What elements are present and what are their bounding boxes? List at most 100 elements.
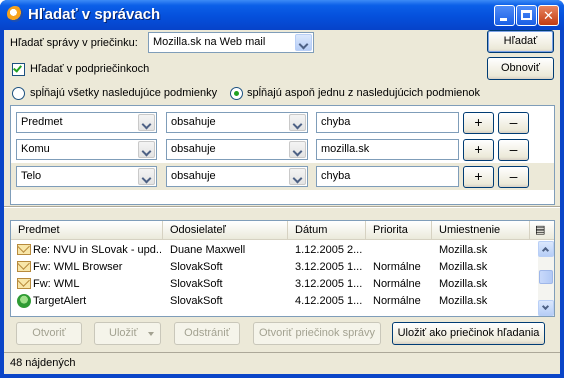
chevron-down-icon[interactable] (289, 141, 306, 158)
condition-field-value: Komu (21, 143, 50, 155)
condition-field-select[interactable]: Komu (16, 139, 157, 160)
row-priority: Normálne (373, 278, 421, 290)
radio-dot-icon (234, 91, 239, 96)
row-sender: SlovakSoft (170, 295, 223, 307)
envelope-icon (17, 244, 31, 255)
condition-field-value: Telo (21, 170, 42, 182)
condition-operator-select[interactable]: obsahuje (166, 166, 308, 187)
search-button[interactable]: Hľadať (487, 30, 554, 53)
remove-condition-button[interactable]: – (498, 166, 529, 188)
condition-value-input[interactable]: chyba (316, 112, 459, 133)
alert-icon (17, 294, 31, 308)
condition-operator-select[interactable]: obsahuje (166, 112, 308, 133)
pane-splitter[interactable] (4, 206, 560, 208)
table-row[interactable]: Fw: WML Browser SlovakSoft 3.12.2005 1..… (11, 259, 537, 276)
chevron-down-icon[interactable] (138, 114, 155, 131)
results-header: Predmet Odosielateľ Dátum Priorita Umies… (11, 221, 554, 240)
subfolders-checkbox[interactable] (12, 63, 25, 76)
folder-select[interactable]: Mozilla.sk na Web mail (148, 32, 314, 53)
results-scrollbar[interactable] (538, 241, 554, 316)
envelope-icon (17, 261, 31, 272)
row-subject: Fw: WML Browser (33, 261, 123, 273)
row-location: Mozilla.sk (439, 261, 488, 273)
scroll-up-button[interactable] (538, 241, 554, 257)
chevron-down-icon[interactable] (138, 141, 155, 158)
add-condition-button[interactable]: + (463, 139, 494, 161)
close-button[interactable]: ✕ (538, 5, 559, 26)
save-as-search-folder-button[interactable]: Uložiť ako priečinok hľadania (392, 322, 545, 345)
condition-operator-value: obsahuje (171, 116, 216, 128)
window-title: Hľadať v správach (28, 6, 161, 23)
results-count: 48 nájdených (10, 357, 76, 369)
row-location: Mozilla.sk (439, 295, 488, 307)
condition-value-text: mozilla.sk (321, 143, 370, 155)
column-header-location[interactable]: Umiestnenie (432, 221, 530, 239)
row-sender: SlovakSoft (170, 261, 223, 273)
condition-field-select[interactable]: Predmet (16, 112, 157, 133)
row-sender: Duane Maxwell (170, 244, 246, 256)
maximize-icon (521, 10, 532, 20)
folder-select-value: Mozilla.sk na Web mail (153, 36, 266, 48)
row-date: 3.12.2005 1... (295, 278, 363, 290)
column-header-date[interactable]: Dátum (288, 221, 366, 239)
condition-operator-value: obsahuje (171, 143, 216, 155)
results-list: Predmet Odosielateľ Dátum Priorita Umies… (10, 220, 555, 317)
checkmark-icon (13, 63, 22, 73)
condition-value-text: chyba (321, 170, 351, 182)
subfolders-label[interactable]: Hľadať v podpriečinkoch (30, 63, 149, 75)
minimize-icon (500, 18, 507, 21)
envelope-icon (17, 278, 31, 289)
column-header-priority[interactable]: Priorita (366, 221, 432, 239)
open-button[interactable]: Otvoriť (16, 322, 82, 345)
clear-button[interactable]: Obnoviť (487, 57, 554, 80)
row-priority: Normálne (373, 261, 421, 273)
maximize-button[interactable] (516, 5, 537, 26)
condition-value-input[interactable]: mozilla.sk (316, 139, 459, 160)
column-header-subject[interactable]: Predmet (11, 221, 163, 239)
condition-field-select[interactable]: Telo (16, 166, 157, 187)
condition-value-input[interactable]: chyba (316, 166, 459, 187)
row-subject: Re: NVU in SLovak - upd... (33, 244, 161, 256)
dialog-body: Hľadať správy v priečinku: Mozilla.sk na… (4, 30, 560, 374)
add-condition-button[interactable]: + (463, 166, 494, 188)
table-row[interactable]: TargetAlert SlovakSoft 4.12.2005 1... No… (11, 293, 537, 310)
condition-operator-select[interactable]: obsahuje (166, 139, 308, 160)
status-bar: 48 nájdených (4, 352, 560, 374)
row-priority: Normálne (373, 295, 421, 307)
folder-label: Hľadať správy v priečinku: (10, 37, 138, 49)
row-sender: SlovakSoft (170, 278, 223, 290)
column-picker-icon[interactable]: ▤ (530, 221, 554, 239)
chevron-down-icon[interactable] (138, 168, 155, 185)
match-any-label[interactable]: spĺňajú aspoň jednu z nasledujúcich podm… (247, 87, 480, 99)
save-button-label: Uložiť (109, 327, 138, 339)
column-header-sender[interactable]: Odosielateľ (163, 221, 288, 239)
row-location: Mozilla.sk (439, 278, 488, 290)
remove-condition-button[interactable]: – (498, 112, 529, 134)
row-date: 4.12.2005 1... (295, 295, 363, 307)
save-button[interactable]: Uložiť (94, 322, 161, 345)
app-icon (7, 6, 23, 22)
match-all-label[interactable]: spĺňajú všetky nasledujúce podmienky (30, 87, 217, 99)
row-date: 3.12.2005 1... (295, 261, 363, 273)
chevron-down-icon[interactable] (289, 114, 306, 131)
title-bar[interactable]: Hľadať v správach ✕ (0, 0, 564, 30)
table-row[interactable]: Fw: WML SlovakSoft 3.12.2005 1... Normál… (11, 276, 537, 293)
match-all-radio[interactable] (12, 87, 25, 100)
open-message-folder-button[interactable]: Otvoriť priečinok správy (253, 322, 381, 345)
chevron-down-icon[interactable] (295, 34, 312, 51)
chevron-up-icon (541, 246, 550, 255)
scroll-down-button[interactable] (538, 300, 554, 316)
row-subject: TargetAlert (33, 295, 87, 307)
condition-row: Komu obsahuje mozilla.sk + – (11, 136, 554, 163)
table-row[interactable]: Re: NVU in SLovak - upd... Duane Maxwell… (11, 242, 537, 259)
chevron-down-icon[interactable] (289, 168, 306, 185)
minimize-button[interactable] (494, 5, 515, 26)
scroll-thumb[interactable] (539, 270, 553, 284)
delete-button[interactable]: Odstrániť (174, 322, 240, 345)
row-subject: Fw: WML (33, 278, 80, 290)
remove-condition-button[interactable]: – (498, 139, 529, 161)
match-any-radio[interactable] (230, 87, 243, 100)
close-icon: ✕ (543, 8, 554, 23)
add-condition-button[interactable]: + (463, 112, 494, 134)
row-date: 1.12.2005 2... (295, 244, 363, 256)
